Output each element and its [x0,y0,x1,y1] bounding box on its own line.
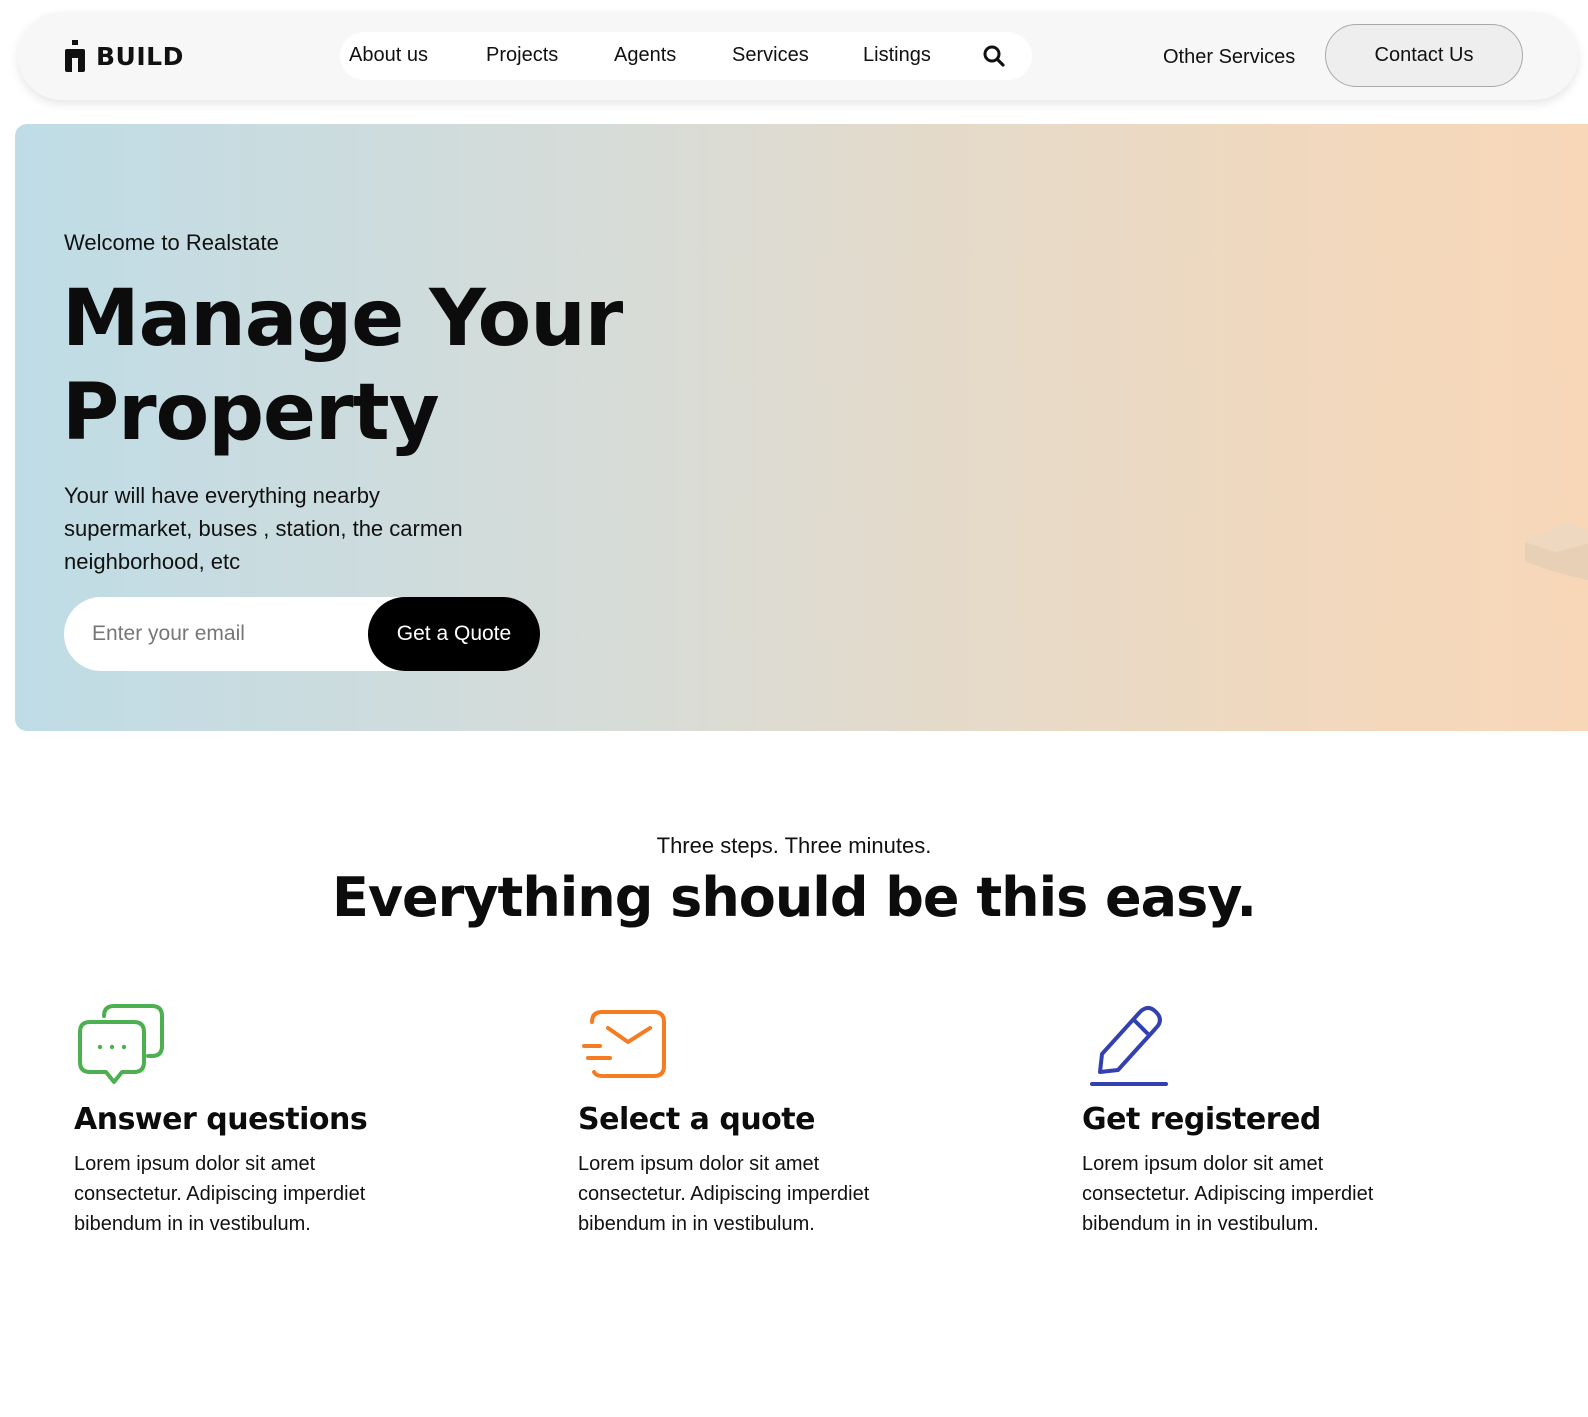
email-input[interactable] [92,615,352,653]
nav-link-services[interactable]: Services [732,44,809,67]
step-description: Lorem ipsum dolor sit amet consectetur. … [578,1153,870,1235]
hero-banner: Welcome to Realstate Manage Your Propert… [15,124,1588,731]
hero-title-line-1: Manage Your [62,274,623,364]
step-title: Answer questions [74,1102,368,1137]
step-select-a-quote: Select a quote Lorem ipsum dolor sit ame… [578,1000,898,1239]
nav-link-projects[interactable]: Projects [486,44,558,67]
step-answer-questions: Answer questions Lorem ipsum dolor sit a… [74,1000,394,1239]
steps-title: Everything should be this easy. [331,866,1257,929]
brand-logo[interactable]: BUILD [64,40,184,72]
nav-link-agents[interactable]: Agents [614,44,676,67]
main-nav: About us Projects Agents Services Listin… [340,32,1032,80]
pencil-icon [1090,1006,1168,1086]
brand-name: BUILD [96,41,184,71]
building-logo-icon [65,40,85,72]
email-quote-form: Get a Quote [64,597,540,671]
hero-eyebrow: Welcome to Realstate [64,230,279,255]
top-navbar: BUILD About us Projects Agents Services … [18,12,1578,100]
nav-link-listings[interactable]: Listings [863,44,931,67]
other-services-link[interactable]: Other Services [1163,46,1295,69]
get-a-quote-button[interactable]: Get a Quote [368,597,540,671]
step-title: Select a quote [578,1102,815,1137]
search-icon[interactable] [982,44,1006,68]
hero-title: Manage Your Property [62,272,702,460]
nav-link-about-us[interactable]: About us [349,44,428,67]
step-get-registered: Get registered Lorem ipsum dolor sit ame… [1082,1000,1402,1239]
hero-title-line-2: Property [62,368,440,458]
steps-eyebrow: Three steps. Three minutes. [656,833,932,858]
contact-us-button[interactable]: Contact Us [1325,24,1523,87]
chat-bubbles-icon [78,1004,164,1084]
hero-description: Your will have everything nearby superma… [64,483,463,574]
building-image-edge [1525,522,1588,581]
step-title: Get registered [1082,1102,1321,1137]
step-description: Lorem ipsum dolor sit amet consectetur. … [74,1153,366,1235]
step-description: Lorem ipsum dolor sit amet consectetur. … [1082,1153,1374,1235]
envelope-send-icon [582,1010,666,1078]
